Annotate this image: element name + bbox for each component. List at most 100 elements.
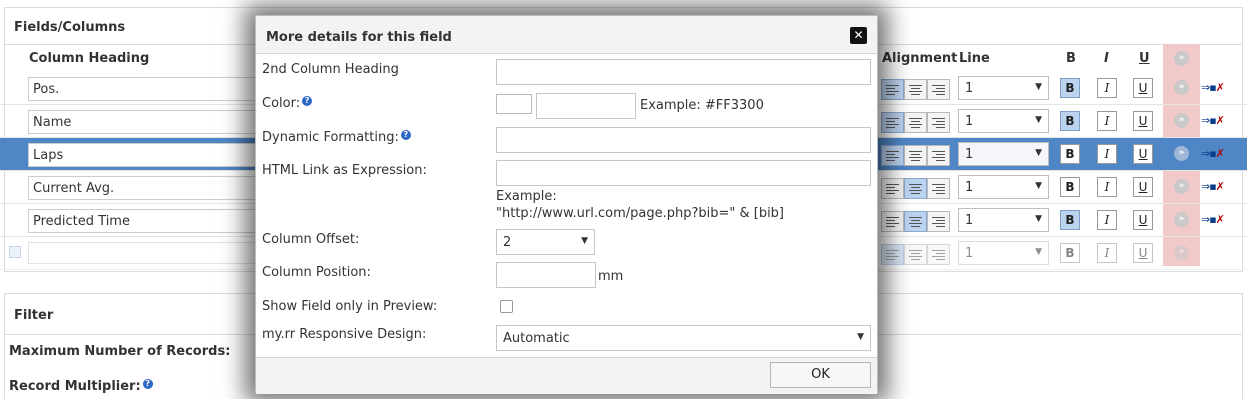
close-icon[interactable]: ✕ — [850, 27, 867, 44]
line-select[interactable]: 1 ▼ — [958, 175, 1049, 199]
italic-toggle[interactable]: I — [1097, 177, 1117, 197]
ok-button[interactable]: OK — [770, 362, 871, 388]
align-left-button[interactable] — [881, 244, 904, 265]
more-details-icon[interactable]: » — [1174, 179, 1189, 194]
dynamic-formatting-input[interactable] — [496, 127, 871, 153]
align-center-button[interactable] — [904, 112, 927, 133]
align-center-button[interactable] — [904, 79, 927, 100]
add-row-icon[interactable] — [9, 246, 21, 258]
help-icon[interactable]: ? — [302, 96, 313, 106]
alignment-group — [881, 244, 950, 265]
align-right-button[interactable] — [927, 112, 950, 133]
align-center-button[interactable] — [904, 244, 927, 265]
move-row-icon[interactable]: ⇒▪ — [1201, 213, 1217, 226]
line-select[interactable]: 1 ▼ — [958, 208, 1049, 232]
column-heading-input[interactable]: Name — [28, 110, 268, 134]
line-select[interactable]: 1 ▼ — [958, 109, 1049, 133]
line-select[interactable]: 1 ▼ — [958, 241, 1049, 265]
align-left-button[interactable] — [881, 112, 904, 133]
move-row-icon[interactable]: ⇒▪ — [1201, 180, 1217, 193]
column-heading-input[interactable]: Laps — [28, 143, 268, 167]
align-right-button[interactable] — [927, 244, 950, 265]
second-heading-input[interactable] — [496, 59, 871, 85]
line-select[interactable]: 1 ▼ — [958, 142, 1049, 166]
align-right-button[interactable] — [927, 145, 950, 166]
bold-toggle[interactable]: B — [1060, 243, 1080, 263]
align-right-button[interactable] — [927, 178, 950, 199]
underline-toggle[interactable]: U — [1133, 210, 1153, 230]
responsive-design-select[interactable]: Automatic ▼ — [496, 325, 871, 351]
column-heading-input[interactable]: Current Avg. — [28, 176, 268, 200]
underline-toggle[interactable]: U — [1133, 243, 1153, 263]
help-icon[interactable]: ? — [400, 130, 411, 140]
align-left-button[interactable] — [881, 79, 904, 100]
alignment-group — [881, 178, 950, 199]
color-input[interactable] — [536, 93, 636, 119]
italic-header: I — [1104, 51, 1109, 66]
chevron-down-icon: ▼ — [1035, 82, 1042, 92]
line-select-value: 1 — [965, 114, 974, 129]
move-row-icon[interactable]: ⇒▪ — [1201, 114, 1217, 127]
column-position-input[interactable] — [496, 262, 596, 288]
align-center-button[interactable] — [904, 145, 927, 166]
delete-row-icon[interactable]: ✗ — [1216, 147, 1225, 160]
more-details-icon[interactable]: » — [1174, 113, 1189, 128]
more-details-icon[interactable]: » — [1174, 245, 1189, 260]
new-column-heading-input[interactable] — [28, 242, 268, 264]
more-details-icon[interactable]: » — [1174, 212, 1189, 227]
help-icon[interactable]: ? — [142, 379, 153, 389]
dialog-header: More details for this field ✕ — [256, 16, 877, 54]
italic-toggle[interactable]: I — [1097, 78, 1117, 98]
forward-all-icon[interactable]: » — [1174, 51, 1189, 66]
row-action-icons: ⇒▪✗ — [1201, 213, 1225, 226]
bold-toggle[interactable]: B — [1060, 78, 1080, 98]
line-select[interactable]: 1 ▼ — [958, 76, 1049, 100]
column-offset-select[interactable]: 2 ▼ — [496, 229, 595, 255]
color-example: Example: #FF3300 — [640, 98, 764, 113]
underline-header: U — [1139, 51, 1150, 66]
bold-toggle[interactable]: B — [1060, 111, 1080, 131]
align-left-button[interactable] — [881, 178, 904, 199]
show-preview-label: Show Field only in Preview: — [262, 299, 438, 314]
html-link-example-title: Example: — [496, 189, 557, 204]
color-swatch[interactable] — [496, 94, 532, 114]
align-left-button[interactable] — [881, 211, 904, 232]
align-center-button[interactable] — [904, 211, 927, 232]
more-details-icon[interactable]: » — [1174, 146, 1189, 161]
show-preview-checkbox[interactable] — [500, 300, 513, 313]
italic-toggle[interactable]: I — [1097, 111, 1117, 131]
underline-toggle[interactable]: U — [1133, 177, 1153, 197]
move-row-icon[interactable]: ⇒▪ — [1201, 147, 1217, 160]
fields-panel-title: Fields/Columns — [14, 20, 126, 35]
align-right-button[interactable] — [927, 211, 950, 232]
italic-toggle[interactable]: I — [1097, 210, 1117, 230]
delete-row-icon[interactable]: ✗ — [1216, 114, 1225, 127]
align-left-button[interactable] — [881, 145, 904, 166]
filter-panel-title: Filter — [14, 308, 54, 323]
chevron-down-icon: ▼ — [1035, 148, 1042, 158]
bold-toggle[interactable]: B — [1060, 177, 1080, 197]
field-details-dialog: More details for this field ✕ 2nd Column… — [255, 15, 878, 394]
underline-toggle[interactable]: U — [1133, 111, 1153, 131]
column-heading-input[interactable]: Predicted Time — [28, 209, 268, 233]
align-center-button[interactable] — [904, 178, 927, 199]
color-label: Color:? — [262, 96, 313, 111]
delete-row-icon[interactable]: ✗ — [1216, 213, 1225, 226]
underline-toggle[interactable]: U — [1133, 78, 1153, 98]
responsive-design-label: my.rr Responsive Design: — [262, 327, 427, 342]
delete-row-icon[interactable]: ✗ — [1216, 81, 1225, 94]
line-select-value: 1 — [965, 213, 974, 228]
italic-toggle[interactable]: I — [1097, 144, 1117, 164]
italic-toggle[interactable]: I — [1097, 243, 1117, 263]
alignment-header: Alignment — [882, 51, 958, 66]
more-details-icon[interactable]: » — [1174, 80, 1189, 95]
delete-row-icon[interactable]: ✗ — [1216, 180, 1225, 193]
bold-toggle[interactable]: B — [1060, 210, 1080, 230]
bold-toggle[interactable]: B — [1060, 144, 1080, 164]
align-right-button[interactable] — [927, 79, 950, 100]
alignment-group — [881, 112, 950, 133]
underline-toggle[interactable]: U — [1133, 144, 1153, 164]
column-heading-input[interactable]: Pos. — [28, 77, 268, 101]
html-link-input[interactable] — [496, 160, 871, 186]
move-row-icon[interactable]: ⇒▪ — [1201, 81, 1217, 94]
